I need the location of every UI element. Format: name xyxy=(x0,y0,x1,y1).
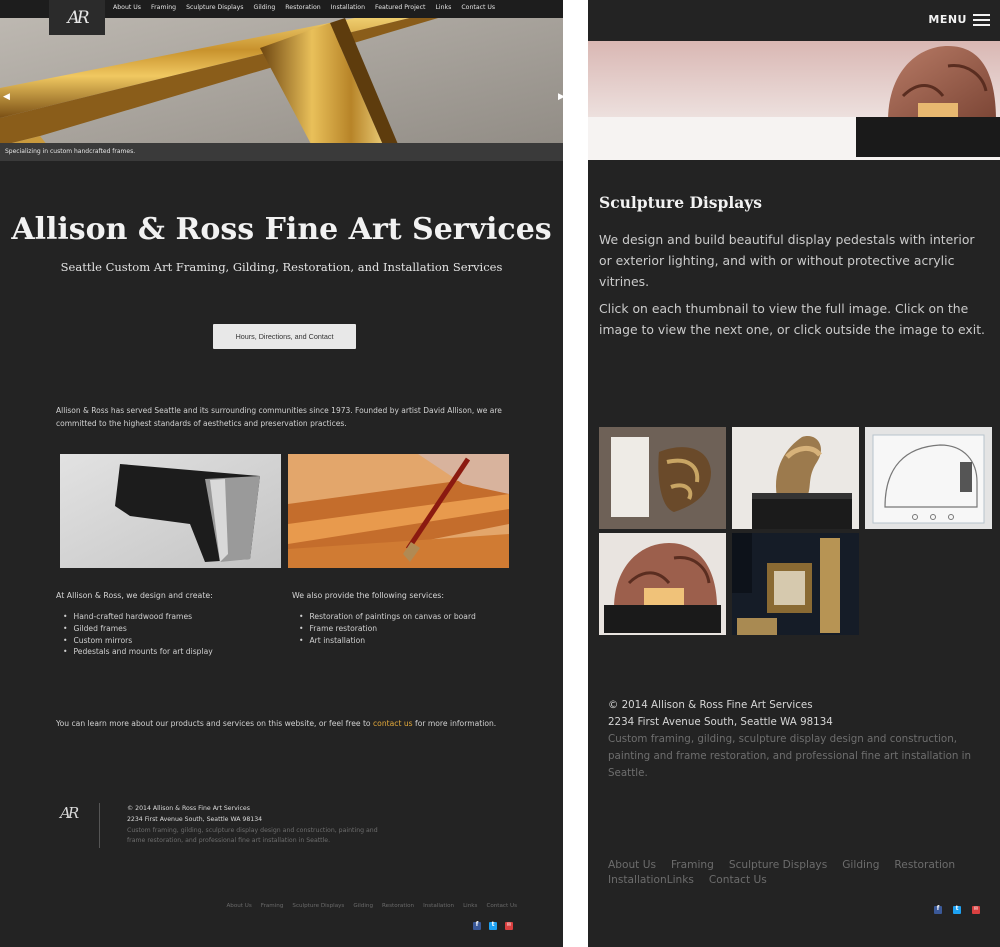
contact-us-link[interactable]: contact us xyxy=(373,719,413,728)
footer-description: Custom framing, gilding, sculpture displ… xyxy=(608,733,972,779)
mobile-footer-nav: About Us Framing Sculpture Displays Gilding… xyxy=(608,858,993,888)
twitter-icon[interactable] xyxy=(489,921,497,930)
hero-caption: Specializing in custom handcrafted frame… xyxy=(5,148,136,155)
mobile-page: MENU Sculpture Displays We design and bu… xyxy=(588,0,1000,947)
footer-link-restoration[interactable]: Restoration xyxy=(894,858,955,873)
mobile-footer-social xyxy=(934,905,980,914)
gallery-thumbnail[interactable] xyxy=(599,427,726,529)
learn-more-before: You can learn more about our products an… xyxy=(56,719,373,728)
footer-link-contact-us[interactable]: Contact Us xyxy=(486,903,517,909)
page-title: Allison & Ross Fine Art Services xyxy=(11,212,552,247)
footer-link-gilding[interactable]: Gilding xyxy=(353,903,373,909)
facebook-icon[interactable] xyxy=(934,905,942,914)
services-list-title: We also provide the following services: xyxy=(292,591,444,600)
menu-button[interactable]: MENU xyxy=(928,13,990,26)
footer-social xyxy=(473,921,513,930)
hero-slideshow-image[interactable] xyxy=(0,18,563,161)
footer-logo[interactable]: AR xyxy=(60,803,79,822)
hero-caption-bar: Specializing in custom handcrafted frame… xyxy=(0,143,563,161)
desktop-page: AR About Us Framing Sculpture Displays G… xyxy=(0,0,563,947)
list-item: Art installation xyxy=(292,635,476,647)
services-list: Restoration of paintings on canvas or bo… xyxy=(292,611,476,647)
twitter-icon[interactable] xyxy=(953,905,961,914)
page-subtitle: Seattle Custom Art Framing, Gilding, Res… xyxy=(60,260,503,274)
arrow-left-icon[interactable]: ◀ xyxy=(3,92,10,102)
nav-gilding[interactable]: Gilding xyxy=(254,4,276,11)
gold-frame-image xyxy=(0,18,563,161)
site-logo[interactable]: AR xyxy=(49,0,105,35)
intro-paragraph: Allison & Ross has served Seattle and it… xyxy=(56,406,502,428)
learn-more-after: for more information. xyxy=(412,719,497,728)
nav-restoration[interactable]: Restoration xyxy=(285,4,320,11)
footer-link-about-us[interactable]: About Us xyxy=(226,903,251,909)
footer-copyright: © 2014 Allison & Ross Fine Art Services xyxy=(608,699,813,711)
nav-about-us[interactable]: About Us xyxy=(113,4,141,11)
learn-more-text: You can learn more about our products an… xyxy=(56,719,536,728)
gallery-thumbnail[interactable] xyxy=(732,427,859,529)
footer-link-installation[interactable]: Installation xyxy=(423,903,454,909)
nav-sculpture-displays[interactable]: Sculpture Displays xyxy=(186,4,243,11)
nav-installation[interactable]: Installation xyxy=(331,4,365,11)
frame-profile-image xyxy=(60,454,281,568)
footer-address: 2234 First Avenue South, Seattle WA 9813… xyxy=(127,815,263,823)
footer-link-installation[interactable]: Installation xyxy=(608,873,667,888)
sculpture-hero-image xyxy=(588,41,1000,160)
footer-link-links[interactable]: Links xyxy=(463,903,477,909)
footer-link-framing[interactable]: Framing xyxy=(671,858,714,873)
footer-link-gilding[interactable]: Gilding xyxy=(842,858,879,873)
footer-link-restoration[interactable]: Restoration xyxy=(382,903,414,909)
footer-link-sculpture-displays[interactable]: Sculpture Displays xyxy=(292,903,344,909)
create-list-title: At Allison & Ross, we design and create: xyxy=(56,591,213,600)
main-nav: About Us Framing Sculpture Displays Gild… xyxy=(113,4,505,11)
nav-contact-us[interactable]: Contact Us xyxy=(461,4,495,11)
facebook-icon[interactable] xyxy=(473,921,481,930)
section-title: Sculpture Displays xyxy=(599,193,763,212)
mail-icon[interactable] xyxy=(505,922,513,930)
list-item: Custom mirrors xyxy=(56,635,213,647)
hours-directions-contact-button[interactable]: Hours, Directions, and Contact xyxy=(213,324,356,349)
footer-link-sculpture-displays[interactable]: Sculpture Displays xyxy=(729,858,827,873)
mail-icon[interactable] xyxy=(972,906,980,914)
section-description: We design and build beautiful display pe… xyxy=(599,232,975,289)
mobile-footer-info: © 2014 Allison & Ross Fine Art Services … xyxy=(608,697,993,782)
gallery-thumbnail[interactable] xyxy=(599,533,726,635)
footer-address: 2234 First Avenue South, Seattle WA 9813… xyxy=(608,716,833,728)
gallery-thumbnail[interactable] xyxy=(732,533,859,635)
arrow-right-icon[interactable]: ▶ xyxy=(558,92,563,102)
nav-featured-project[interactable]: Featured Project xyxy=(375,4,425,11)
menu-label: MENU xyxy=(928,13,967,26)
nav-links[interactable]: Links xyxy=(435,4,451,11)
menu-icon xyxy=(973,13,990,26)
footer-description: Custom framing, gilding, sculpture displ… xyxy=(127,826,378,845)
gallery-instructions: Click on each thumbnail to view the full… xyxy=(599,301,985,337)
gilding-brush-image xyxy=(288,454,509,568)
footer-link-links[interactable]: Links xyxy=(667,873,694,888)
list-item: Pedestals and mounts for art display xyxy=(56,646,212,658)
nav-framing[interactable]: Framing xyxy=(151,4,176,11)
create-list: Hand-crafted hardwood frames Gilded fram… xyxy=(56,611,213,658)
footer-link-contact-us[interactable]: Contact Us xyxy=(709,873,767,888)
footer-info: © 2014 Allison & Ross Fine Art Services … xyxy=(127,804,397,847)
footer-divider xyxy=(99,803,100,848)
footer-copyright: © 2014 Allison & Ross Fine Art Services xyxy=(127,805,250,812)
gallery-thumbnail[interactable] xyxy=(865,427,992,529)
list-item: Hand-crafted hardwood frames xyxy=(56,611,213,623)
footer-nav: About Us Framing Sculpture Displays Gild… xyxy=(217,903,517,909)
list-item: Restoration of paintings on canvas or bo… xyxy=(292,611,475,623)
footer-link-about-us[interactable]: About Us xyxy=(608,858,656,873)
list-item: Gilded frames xyxy=(56,623,213,635)
list-item: Frame restoration xyxy=(292,623,476,635)
footer-link-framing[interactable]: Framing xyxy=(261,903,284,909)
